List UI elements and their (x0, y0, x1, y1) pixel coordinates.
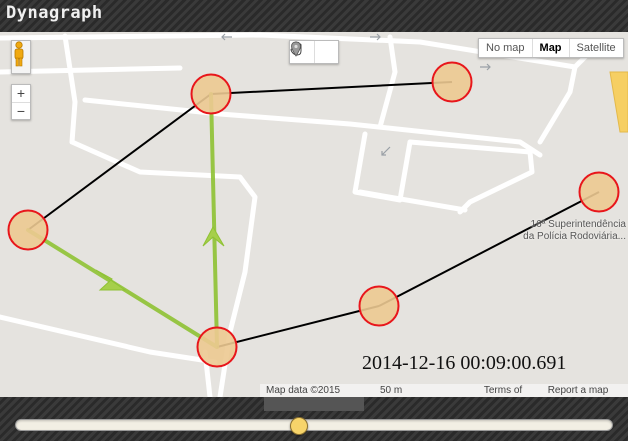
marker-tool-button[interactable] (291, 41, 339, 63)
path-arrows (95, 225, 225, 291)
timestamp: 2014-12-16 00:09:00.691 (362, 352, 567, 374)
timeline-slider-track[interactable] (15, 419, 613, 431)
edge-line (216, 305, 380, 348)
place-label-line1: 16ª Superintendência (530, 219, 626, 230)
scale-indicator[interactable]: 50 m (368, 384, 478, 397)
edge-line (210, 81, 453, 95)
maptype-no-map[interactable]: No map (479, 39, 532, 57)
drawing-tools (289, 40, 339, 64)
highway-edge (609, 71, 628, 133)
scale-label: 50 m (380, 385, 403, 396)
timeline-notch (264, 397, 364, 411)
node-marker (190, 73, 232, 115)
zoom-control: + − (11, 84, 31, 120)
place-label[interactable]: 16ª Superintendência da Polícia Rodoviár… (523, 219, 626, 243)
node-marker (358, 285, 400, 327)
map-canvas[interactable]: + − No map Map Satellite 16ª Superintend… (0, 32, 628, 397)
map-data-attribution: Map data ©2015 Google (266, 385, 341, 396)
pegman-icon (14, 41, 24, 67)
report-error-link[interactable]: Report a map error (542, 384, 628, 397)
node-marker (578, 171, 620, 213)
terms-link[interactable]: Terms of Use (478, 384, 542, 397)
zoom-out-button[interactable]: − (12, 103, 30, 120)
place-label-line2: da Polícia Rodoviária... (523, 231, 626, 242)
app-title: Dynagraph (6, 3, 103, 23)
path-arrow-icon (95, 269, 127, 291)
node-marker (431, 61, 473, 103)
node-marker (196, 326, 238, 368)
timeline-bar (0, 397, 628, 441)
edge-line (27, 93, 212, 231)
map-type-control: No map Map Satellite (478, 38, 624, 58)
title-bar: Dynagraph (0, 0, 628, 32)
traversal-path (26, 92, 219, 349)
timeline-slider-thumb[interactable] (290, 417, 309, 435)
maptype-satellite[interactable]: Satellite (568, 39, 623, 57)
maptype-map[interactable]: Map (531, 39, 569, 57)
network-nodes (7, 61, 620, 368)
street-view-pegman[interactable] (11, 40, 31, 74)
map-footer: Map data ©2015 Google 50 m Terms of Use … (260, 384, 628, 397)
edge-line (378, 191, 600, 307)
path-segment (209, 92, 219, 349)
map-svg (0, 32, 628, 397)
node-marker (7, 209, 49, 251)
marker-icon (291, 41, 301, 57)
zoom-in-button[interactable]: + (12, 85, 30, 103)
